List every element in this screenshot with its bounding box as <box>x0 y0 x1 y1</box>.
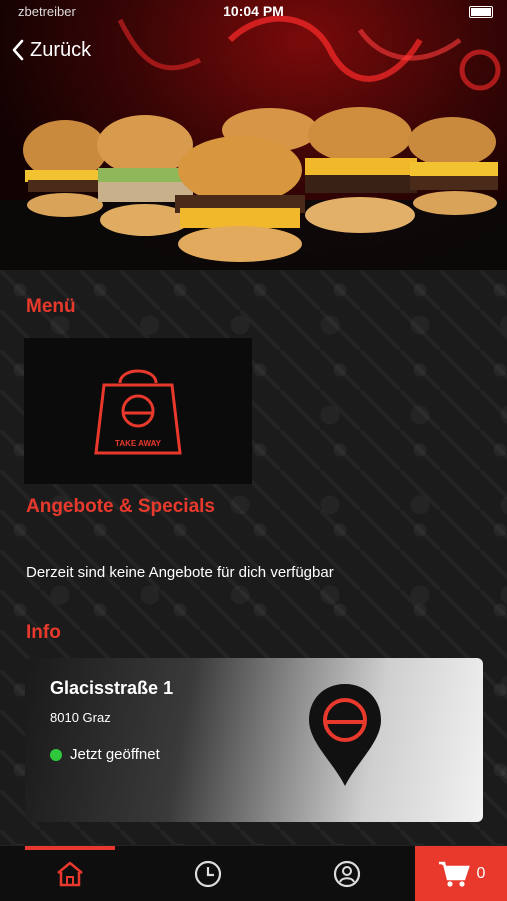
status-bar: zbetreiber 10:04 PM <box>0 0 507 22</box>
clock-icon <box>194 860 222 887</box>
tab-home[interactable] <box>25 846 115 901</box>
back-label: Zurück <box>30 38 92 61</box>
map-pin-icon <box>309 684 381 786</box>
home-icon <box>57 861 83 886</box>
battery-icon <box>469 6 493 18</box>
offers-heading: Angebote & Specials <box>26 496 215 517</box>
open-status: Jetzt geöffnet <box>50 746 160 763</box>
location-street: Glacisstraße 1 <box>50 678 174 698</box>
menu-heading: Menü <box>26 296 76 317</box>
status-dot-icon <box>50 748 62 761</box>
takeaway-bag-icon: TAKE AWAY <box>94 369 182 455</box>
tab-profile[interactable] <box>302 846 392 901</box>
hero-image: zbetreiber 10:04 PM Zurück <box>0 0 507 270</box>
offers-empty-text: Derzeit sind keine Angebote für dich ver… <box>26 564 334 581</box>
info-heading: Info <box>26 622 61 643</box>
cart-count: 0 <box>476 864 486 882</box>
cart-icon <box>438 861 470 887</box>
cart-button[interactable]: 0 <box>415 846 507 901</box>
location-city: 8010 Graz <box>50 710 111 725</box>
location-card[interactable]: Glacisstraße 1 8010 Graz Jetzt geöffnet <box>25 658 483 822</box>
open-status-label: Jetzt geöffnet <box>70 746 160 763</box>
tab-clock[interactable] <box>163 846 253 901</box>
menu-card-takeaway[interactable]: TAKE AWAY <box>24 338 252 484</box>
user-icon <box>333 860 361 887</box>
tab-bar: 0 <box>0 845 507 901</box>
chevron-left-icon <box>12 39 24 61</box>
takeaway-label: TAKE AWAY <box>115 439 162 448</box>
back-button[interactable]: Zurück <box>10 38 91 62</box>
status-time: 10:04 PM <box>223 3 284 19</box>
content-area: Menü TAKE AWAY Angebote & Specials Derze… <box>0 270 507 845</box>
